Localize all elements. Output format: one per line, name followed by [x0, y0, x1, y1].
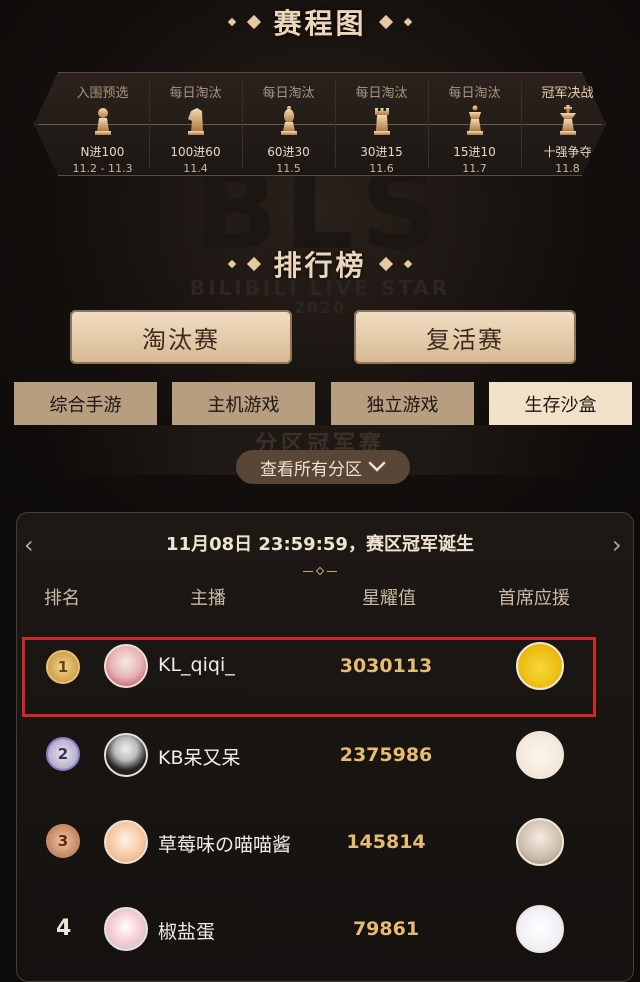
- rank-number: 4: [56, 916, 72, 941]
- queen-icon: [466, 105, 483, 135]
- tab-revival[interactable]: 复活赛: [354, 310, 576, 364]
- stage-name: 每日淘汰: [169, 86, 222, 101]
- avatar[interactable]: [104, 820, 148, 864]
- rook-icon: [373, 108, 390, 135]
- stage-date: 11.4: [183, 162, 208, 175]
- star-value: 3030113: [339, 655, 433, 677]
- schedule-stage: 入围预选 N进100 11.2 - 11.3: [56, 72, 149, 176]
- schedule-stage: 每日淘汰 15进10 11.7: [428, 72, 521, 176]
- stage-date: 11.2 - 11.3: [72, 162, 133, 175]
- schedule-stage: 每日淘汰 30进15 11.6: [335, 72, 428, 176]
- supporter-avatar[interactable]: [516, 731, 564, 779]
- view-all-regions-button[interactable]: 查看所有分区: [236, 450, 410, 484]
- diamond-icon: [378, 14, 393, 30]
- diamond-icon: [378, 256, 393, 272]
- stage-label: 30进15: [360, 145, 403, 159]
- schedule-title-row: 赛程图: [0, 2, 640, 42]
- column-streamer: 主播: [190, 588, 226, 609]
- streamer-name[interactable]: KB呆又呆: [158, 743, 241, 770]
- stage-name: 每日淘汰: [262, 86, 315, 101]
- ornament-icon: [300, 566, 340, 576]
- bishop-icon: [280, 106, 297, 135]
- avatar[interactable]: [104, 644, 148, 688]
- star-value: 2375986: [339, 744, 433, 766]
- column-star-value: 星耀值: [362, 588, 416, 609]
- avatar[interactable]: [104, 733, 148, 777]
- diamond-icon: [403, 259, 412, 269]
- streamer-name[interactable]: 草莓味の喵喵酱: [158, 830, 291, 857]
- leaderboard-header: 11月08日 23:59:59，赛区冠军诞生: [166, 534, 474, 555]
- stage-name: 冠军决战: [541, 86, 594, 101]
- column-rank: 排名: [44, 588, 80, 609]
- pawn-icon: [94, 108, 111, 135]
- stage-label: 60进30: [267, 145, 310, 159]
- diamond-icon: [247, 256, 262, 272]
- rank-number: 2: [57, 745, 69, 763]
- column-top-supporter: 首席应援: [498, 588, 570, 609]
- diamond-icon: [247, 14, 262, 30]
- tab-console-games[interactable]: 主机游戏: [172, 382, 315, 425]
- star-value: 79861: [352, 918, 420, 940]
- knight-icon: [187, 108, 204, 135]
- ranking-title-row: 排行榜: [0, 244, 640, 284]
- stage-label: 15进10: [453, 145, 496, 159]
- avatar[interactable]: [104, 907, 148, 951]
- schedule-stage: 冠军决战 十强争夺 11.8: [521, 72, 614, 176]
- ranking-title: 排行榜: [273, 249, 367, 282]
- tab-survival-sandbox[interactable]: 生存沙盒: [489, 382, 632, 425]
- streamer-name[interactable]: KL_qiqi_: [158, 654, 235, 676]
- stage-name: 入围预选: [76, 86, 129, 101]
- supporter-avatar[interactable]: [516, 642, 564, 690]
- bronze-medal-icon: 3: [46, 824, 80, 858]
- diamond-icon: [228, 17, 237, 27]
- stage-name: 每日淘汰: [448, 86, 501, 101]
- streamer-name[interactable]: 椒盐蛋: [158, 917, 215, 944]
- stage-label: N进100: [80, 145, 125, 159]
- schedule-stage: 每日淘汰 60进30 11.5: [242, 72, 335, 176]
- star-value: 145814: [346, 831, 426, 853]
- silver-medal-icon: 2: [46, 737, 80, 771]
- supporter-avatar[interactable]: [516, 818, 564, 866]
- tab-elimination[interactable]: 淘汰赛: [70, 310, 292, 364]
- stage-name: 每日淘汰: [355, 86, 408, 101]
- stage-label: 十强争夺: [543, 145, 592, 159]
- stage-date: 11.5: [276, 162, 301, 175]
- rank-number: 3: [57, 832, 69, 850]
- stage-label: 100进60: [170, 145, 221, 159]
- stage-date: 11.6: [369, 162, 394, 175]
- stage-date: 11.8: [555, 162, 580, 175]
- schedule-stage: 每日淘汰 100进60 11.4: [149, 72, 242, 176]
- chevron-down-icon: [368, 461, 386, 472]
- gold-medal-icon: 1: [46, 650, 80, 684]
- supporter-avatar[interactable]: [516, 905, 564, 953]
- view-all-label: 查看所有分区: [260, 459, 362, 480]
- stage-date: 11.7: [462, 162, 487, 175]
- diamond-icon: [228, 259, 237, 269]
- king-icon: [559, 105, 576, 135]
- schedule-title: 赛程图: [273, 7, 367, 40]
- rank-number: 1: [57, 658, 69, 676]
- tab-mobile-games[interactable]: 综合手游: [14, 382, 157, 425]
- tab-indie-games[interactable]: 独立游戏: [331, 382, 474, 425]
- diamond-icon: [403, 17, 412, 27]
